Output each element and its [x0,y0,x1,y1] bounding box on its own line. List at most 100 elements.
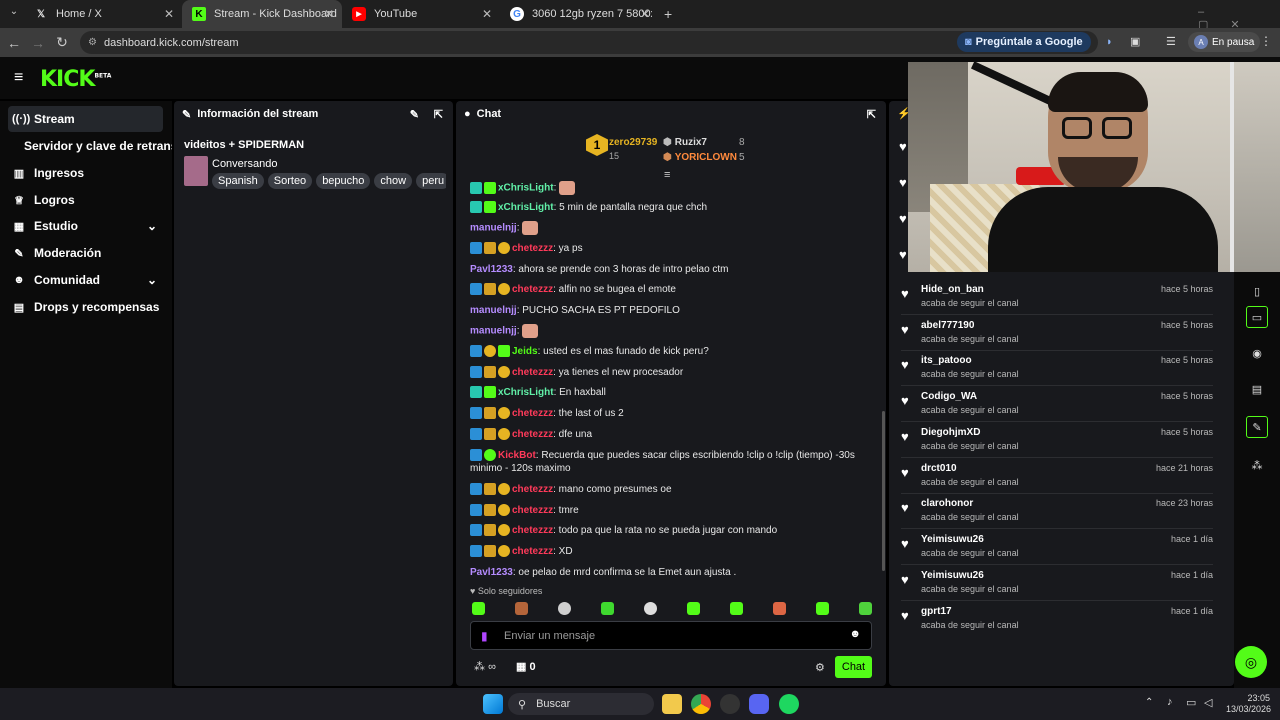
points-button[interactable]: ⁂ ∞ [474,660,496,673]
leaderboard-user[interactable]: ⬢ Ruzix7 [663,137,707,148]
network-icon[interactable]: ▭ [1186,696,1196,709]
chat-scrollbar[interactable] [882,411,885,571]
reload-icon[interactable]: ↻ [50,34,74,51]
emote-icon[interactable] [472,602,485,615]
collapse-icon[interactable]: ≡ [664,169,670,181]
wrench-tool-icon[interactable]: ✎ [1246,416,1268,438]
close-icon[interactable]: ✕ [482,7,492,21]
sidebar-item-logros[interactable]: ♕ Logros [8,187,163,213]
address-bar[interactable]: ⚙ dashboard.kick.com/stream ☆ [80,31,1098,54]
activity-row[interactable]: ♥ Yeimisuwu26 acaba de seguir el canal hace… [901,530,1213,565]
leaderboard-user[interactable]: ⬢ YORICLOWN [663,152,737,163]
new-tab-button[interactable]: + [664,6,672,22]
clock[interactable]: 23:05 13/03/2026 [1226,693,1271,715]
reading-list-icon[interactable]: ☰ [1166,35,1176,48]
close-icon[interactable]: ✕ [324,7,334,21]
activity-row[interactable]: ♥ Yeimisuwu26 acaba de seguir el canal hace… [901,566,1213,601]
sidebar-item-ingresos[interactable]: ▥ Ingresos [8,160,163,186]
tab-google-search[interactable]: G 3060 12gb ryzen 7 5800x - Bus ✕ [500,0,658,28]
emote-icon[interactable] [558,602,571,615]
sidebar-item-moderacion[interactable]: ✎ Moderación [8,240,163,266]
chat-username[interactable]: manuelnjj [470,326,517,337]
sidebar-item-drops[interactable]: ▤ Drops y recompensas [8,294,163,320]
chevron-up-icon[interactable]: ⌃ [1145,697,1153,708]
extension-icon[interactable]: ◗ [1106,36,1113,48]
chat-username[interactable]: xChrisLight [498,387,554,398]
close-icon[interactable]: ✕ [640,7,650,21]
tab-kick-dashboard[interactable]: K Stream - Kick Dashboard ✕ [182,0,342,28]
activity-row[interactable]: ♥ its_patooo acaba de seguir el canal hace … [901,351,1213,386]
microphone-tray-icon[interactable]: ♪ [1167,696,1173,708]
emote-icon[interactable] [730,602,743,615]
file-explorer-icon[interactable] [662,694,682,714]
chat-username[interactable]: chetezzz [512,408,553,419]
chat-username[interactable]: chetezzz [512,243,553,254]
kick-logo[interactable]: KICKBETA [40,67,111,92]
emote-icon[interactable] [515,602,528,615]
edit-pencil-icon[interactable]: ✎ [410,108,419,121]
chat-username[interactable]: xChrisLight [498,202,554,213]
tab-x[interactable]: 𝕏 Home / X ✕ [24,0,182,28]
chrome-icon[interactable] [691,694,711,714]
leaderboard-user[interactable]: zero29739 [609,137,657,148]
activity-row[interactable]: ♥ Hide_on_ban acaba de seguir el canal hace… [901,280,1213,315]
sidebar-item-server-key[interactable]: Servidor y clave de retransm [20,133,172,159]
chat-input[interactable]: ▮ Enviar un mensaje ☻ [470,621,872,650]
site-info-icon[interactable]: ⚙ [88,37,97,48]
chat-username[interactable]: manuelnjj [470,223,517,234]
tab-youtube[interactable]: ▶ YouTube ✕ [342,0,500,28]
extensions-puzzle-icon[interactable]: ▣ [1130,35,1140,48]
activity-row[interactable]: ♥ gprt17 acaba de seguir el canal hace 1 dí… [901,602,1213,637]
support-headset-button[interactable]: ◎ [1235,646,1267,678]
chat-username[interactable]: chetezzz [512,429,553,440]
sidebar-item-estudio[interactable]: ▦ Estudio ⌄ [8,213,163,239]
activity-row[interactable]: ♥ Codigo_WA acaba de seguir el canal hace 5… [901,387,1213,422]
steam-icon[interactable] [720,694,740,714]
broadcast-icon[interactable]: ◉ [1246,342,1268,364]
emote-icon[interactable] [816,602,829,615]
settings-gear-icon[interactable]: ⚙ [815,661,825,674]
layout-icon[interactable]: ▤ [1246,378,1268,400]
emote-icon[interactable] [859,602,872,615]
discord-icon[interactable] [749,694,769,714]
activity-row[interactable]: ♥ clarohonor acaba de seguir el canal hace … [901,494,1213,529]
chat-username[interactable]: Jeids [512,346,538,357]
document-icon[interactable]: ▯ [1246,280,1268,302]
send-chat-button[interactable]: Chat [835,656,872,678]
profile-button[interactable]: A En pausa [1188,32,1261,52]
activity-row[interactable]: ♥ drct010 acaba de seguir el canal hace 21 … [901,459,1213,494]
back-arrow-icon[interactable]: ← [2,35,26,51]
taskbar-search[interactable]: ⚲ Buscar [508,693,654,715]
emote-icon[interactable] [644,602,657,615]
chat-tool-icon[interactable]: ▭ [1246,306,1268,328]
chat-username[interactable]: chetezzz [512,484,553,495]
menu-dots-icon[interactable]: ⋮ [1260,34,1272,48]
volume-icon[interactable]: ◁ [1204,696,1212,709]
hamburger-menu-icon[interactable]: ≡ [14,69,23,87]
popout-icon[interactable]: ⇱ [434,108,443,121]
ask-google-button[interactable]: ◙ Pregúntale a Google [957,32,1091,52]
chat-username[interactable]: Pavl1233 [470,567,513,578]
chat-username[interactable]: manuelnjj [470,305,517,316]
store-button[interactable]: ▦ 0 [516,660,536,673]
chat-username[interactable]: chetezzz [512,367,553,378]
chat-username[interactable]: chetezzz [512,284,553,295]
emote-icon[interactable] [773,602,786,615]
activity-row[interactable]: ♥ abel777190 acaba de seguir el canal hace … [901,316,1213,351]
sidebar-item-comunidad[interactable]: ☻ Comunidad ⌄ [8,267,163,293]
chat-username[interactable]: KickBot [498,450,536,461]
windows-start-icon[interactable] [483,694,503,714]
sidebar-item-stream[interactable]: ((·)) Stream [8,106,163,132]
popout-icon[interactable]: ⇱ [867,108,876,121]
chat-username[interactable]: chetezzz [512,525,553,536]
chat-username[interactable]: xChrisLight [498,183,554,194]
close-icon[interactable]: ✕ [164,7,174,21]
emote-icon[interactable] [687,602,700,615]
chat-username[interactable]: chetezzz [512,505,553,516]
spotify-icon[interactable] [779,694,799,714]
chat-username[interactable]: chetezzz [512,546,553,557]
tab-search-icon[interactable]: ⌄ [6,6,22,22]
emote-icon[interactable] [601,602,614,615]
emoji-icon[interactable]: ☻ [849,628,861,640]
activity-row[interactable]: ♥ DiegohjmXD acaba de seguir el canal hace … [901,423,1213,458]
